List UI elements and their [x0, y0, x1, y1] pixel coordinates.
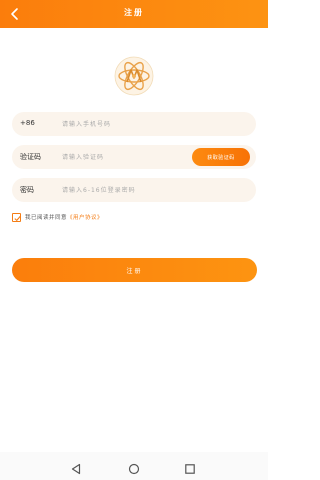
get-code-button[interactable]: 获取验证码 [192, 148, 250, 166]
triangle-back-icon [71, 463, 81, 475]
nav-recents-button[interactable] [184, 460, 196, 474]
circle-home-icon [128, 463, 140, 475]
code-label: 验证码 [20, 153, 41, 161]
code-input[interactable] [62, 149, 192, 165]
phone-field: +86 [12, 112, 256, 136]
password-label: 密码 [20, 186, 34, 194]
page-title: 注册 [124, 8, 144, 17]
user-agreement-link[interactable]: 《用户协议》 [67, 215, 103, 221]
system-nav-bar [0, 452, 268, 480]
nav-home-button[interactable] [128, 460, 140, 475]
agreement-row: 我已阅读并同意《用户协议》 [12, 210, 103, 224]
checkmark-icon [14, 215, 21, 221]
atom-logo-icon [114, 56, 154, 96]
code-field: 验证码 获取验证码 [12, 145, 256, 169]
nav-back-button[interactable] [70, 460, 82, 475]
phone-input[interactable] [62, 116, 192, 132]
agreement-prefix: 我已阅读并同意 [25, 215, 68, 221]
register-button[interactable]: 注册 [12, 258, 257, 282]
agreement-checkbox[interactable] [12, 212, 21, 222]
square-recents-icon [185, 464, 195, 474]
password-field: 密码 [12, 178, 256, 202]
password-input[interactable] [62, 182, 192, 198]
app-logo [114, 56, 154, 96]
country-code-label[interactable]: +86 [20, 119, 35, 127]
top-bar: 注册 [0, 0, 268, 28]
agreement-text: 我已阅读并同意《用户协议》 [25, 213, 103, 221]
